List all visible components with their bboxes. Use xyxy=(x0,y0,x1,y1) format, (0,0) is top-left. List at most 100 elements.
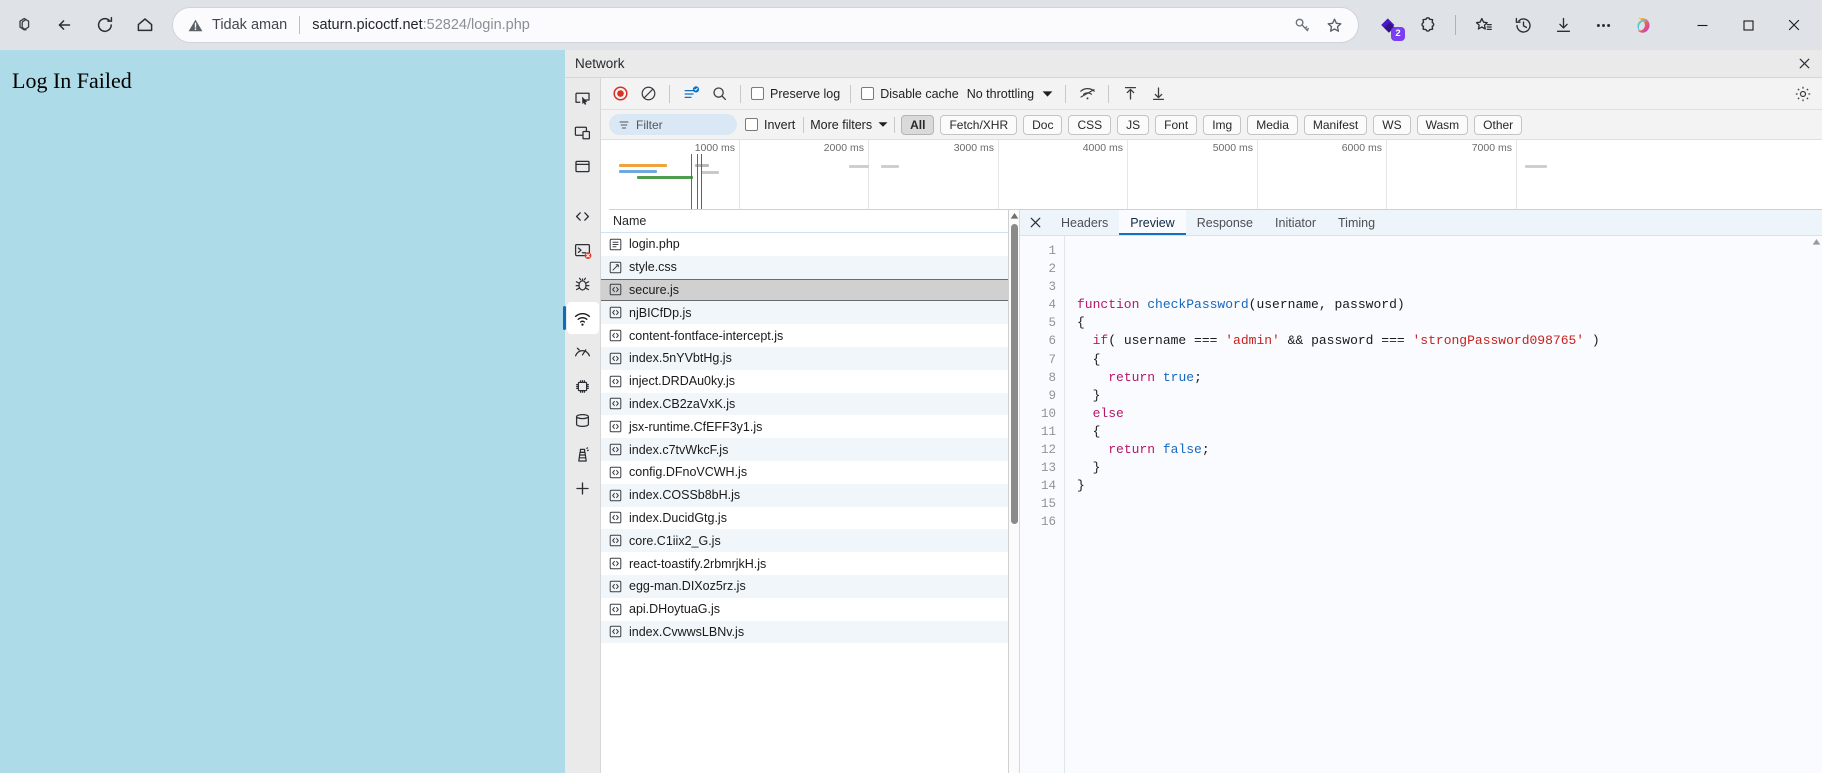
request-list-scrollbar[interactable] xyxy=(1009,210,1020,773)
request-row[interactable]: egg-man.DIXoz5rz.js xyxy=(601,574,1008,598)
preview-tab-preview[interactable]: Preview xyxy=(1119,210,1186,235)
network-panel-icon[interactable] xyxy=(562,302,599,334)
request-row[interactable]: index.CvwwsLBNv.js xyxy=(601,620,1008,644)
request-row[interactable]: index.CB2zaVxK.js xyxy=(601,392,1008,416)
import-har-icon[interactable] xyxy=(1117,81,1143,107)
request-row[interactable]: index.c7tvWkcF.js xyxy=(601,438,1008,461)
resource-type-filter-media[interactable]: Media xyxy=(1247,114,1298,135)
elements-panel-icon[interactable] xyxy=(567,150,599,182)
url-text[interactable]: saturn.picoctf.net:52824/login.php xyxy=(312,17,1286,33)
scrollbar-thumb[interactable] xyxy=(1010,224,1018,524)
resource-type-filter-js[interactable]: JS xyxy=(1117,114,1150,135)
request-row[interactable]: jsx-runtime.CfEFF3y1.js xyxy=(601,415,1008,438)
request-row[interactable]: content-fontface-intercept.js xyxy=(601,324,1008,347)
tab-actions-icon[interactable] xyxy=(6,6,44,44)
devtools-close-icon[interactable] xyxy=(1790,51,1818,77)
export-har-icon[interactable] xyxy=(1145,81,1171,107)
resource-type-filter-css[interactable]: CSS xyxy=(1068,114,1112,135)
js-file-icon xyxy=(609,603,622,616)
request-row[interactable]: secure.js xyxy=(601,278,1008,302)
source-code-content[interactable]: function checkPassword(username, passwor… xyxy=(1064,236,1811,773)
application-settings-icon[interactable] xyxy=(567,370,599,402)
resource-type-filter-font[interactable]: Font xyxy=(1155,114,1198,135)
downloads-icon[interactable] xyxy=(1544,6,1582,44)
line-number: 7 xyxy=(1048,352,1056,367)
request-row[interactable]: njBICfDp.js xyxy=(601,301,1008,325)
disable-cache-checkbox[interactable]: Disable cache xyxy=(859,87,961,101)
network-conditions-icon[interactable] xyxy=(1074,81,1100,107)
not-secure-warning-icon[interactable] xyxy=(187,17,204,34)
request-column-header[interactable]: Name xyxy=(601,210,1008,233)
refresh-button[interactable] xyxy=(86,6,124,44)
network-settings-gear-icon[interactable] xyxy=(1790,81,1816,107)
record-network-log-icon[interactable] xyxy=(607,81,633,107)
debugger-panel-icon[interactable] xyxy=(567,268,599,300)
memory-panel-icon[interactable] xyxy=(567,404,599,436)
resource-type-filter-img[interactable]: Img xyxy=(1203,114,1242,135)
add-favorite-star-icon[interactable] xyxy=(1318,9,1350,41)
request-row[interactable]: index.5nYVbtHg.js xyxy=(601,346,1008,370)
code-preview-area[interactable]: 1 2 3 4 5 6 7 8 9 10 11 12 13 14 15 16 function checkPa… xyxy=(1020,236,1822,773)
window-minimize-button[interactable] xyxy=(1680,2,1724,48)
more-filters-dropdown[interactable]: More filters xyxy=(810,118,888,132)
request-row[interactable]: core.C1iix2_G.js xyxy=(601,529,1008,553)
resource-type-filter-wasm[interactable]: Wasm xyxy=(1416,114,1469,135)
invert-box[interactable] xyxy=(745,118,758,131)
favorites-list-icon[interactable] xyxy=(1464,6,1502,44)
performance-panel-icon[interactable] xyxy=(567,336,599,368)
resource-type-filter-all[interactable]: All xyxy=(901,114,935,135)
invert-label: Invert xyxy=(764,117,796,132)
history-icon[interactable] xyxy=(1504,6,1542,44)
request-row[interactable]: config.DFnoVCWH.js xyxy=(601,461,1008,484)
lighthouse-panel-icon[interactable] xyxy=(567,438,599,470)
preview-tab-headers[interactable]: Headers xyxy=(1050,210,1119,235)
console-panel-icon[interactable] xyxy=(567,234,599,266)
filter-toggle-icon[interactable] xyxy=(678,81,704,107)
window-maximize-button[interactable] xyxy=(1726,2,1770,48)
request-row[interactable]: inject.DRDAu0ky.js xyxy=(601,370,1008,393)
resource-type-filter-fetch-xhr[interactable]: Fetch/XHR xyxy=(940,114,1018,135)
collections-icon[interactable]: 2 xyxy=(1369,6,1407,44)
request-row[interactable]: react-toastify.2rbmrjkH.js xyxy=(601,552,1008,575)
disable-cache-box[interactable] xyxy=(861,87,875,100)
close-preview-icon[interactable] xyxy=(1020,210,1050,235)
address-bar[interactable]: Tidak aman saturn.picoctf.net:52824/logi… xyxy=(172,7,1359,43)
inspect-element-icon[interactable] xyxy=(567,82,599,114)
preview-scrollbar[interactable] xyxy=(1811,236,1822,773)
invert-checkbox[interactable]: Invert xyxy=(743,118,797,132)
request-row[interactable]: style.css xyxy=(601,255,1008,279)
resource-type-filter-doc[interactable]: Doc xyxy=(1023,114,1063,135)
scroll-up-arrow-icon[interactable] xyxy=(1812,236,1821,248)
preview-tab-initiator[interactable]: Initiator xyxy=(1264,210,1327,235)
extensions-icon[interactable] xyxy=(1409,6,1447,44)
resource-type-filter-manifest[interactable]: Manifest xyxy=(1303,114,1368,135)
throttling-dropdown[interactable]: No throttling xyxy=(963,87,1057,101)
filter-input[interactable]: Filter xyxy=(609,114,737,135)
clear-network-log-icon[interactable] xyxy=(635,81,661,107)
settings-more-icon[interactable] xyxy=(1584,6,1622,44)
copilot-icon[interactable] xyxy=(1624,6,1662,44)
preserve-log-checkbox[interactable]: Preserve log xyxy=(749,87,842,101)
js-file-icon xyxy=(609,557,622,570)
sources-panel-icon[interactable] xyxy=(567,200,599,232)
device-emulation-icon[interactable] xyxy=(567,116,599,148)
search-icon[interactable] xyxy=(706,81,732,107)
scroll-up-arrow-icon[interactable] xyxy=(1010,210,1019,222)
request-row[interactable]: index.DucidGtg.js xyxy=(601,507,1008,530)
preview-tab-timing[interactable]: Timing xyxy=(1327,210,1386,235)
request-row[interactable]: api.DHoytuaG.js xyxy=(601,598,1008,621)
resource-type-filter-other[interactable]: Other xyxy=(1474,114,1523,135)
network-overview-timeline[interactable]: 1000 ms 2000 ms 3000 ms 4000 ms 5000 ms 6000 … xyxy=(609,140,1822,210)
preserve-log-box[interactable] xyxy=(751,87,764,100)
code-line: return true; xyxy=(1108,369,1202,385)
more-panels-icon[interactable] xyxy=(567,472,599,504)
request-row[interactable]: login.php xyxy=(601,233,1008,256)
window-close-button[interactable] xyxy=(1772,2,1816,48)
back-button[interactable] xyxy=(46,6,84,44)
password-key-icon[interactable] xyxy=(1286,9,1318,41)
home-button[interactable] xyxy=(126,6,164,44)
preview-tab-response[interactable]: Response xyxy=(1186,210,1264,235)
request-row[interactable]: index.COSSb8bH.js xyxy=(601,483,1008,507)
resource-type-filter-ws[interactable]: WS xyxy=(1373,114,1411,135)
